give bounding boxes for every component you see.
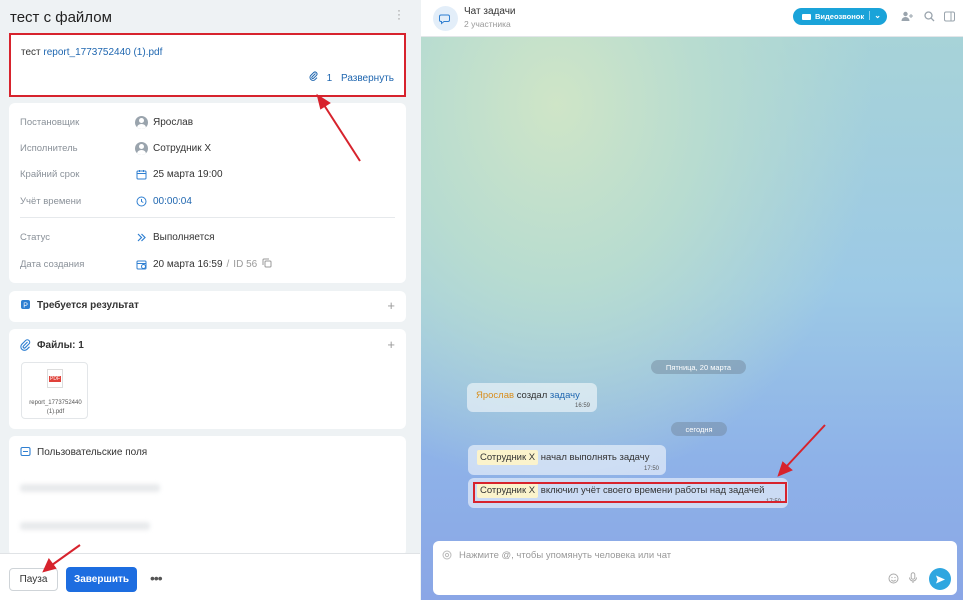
pause-button[interactable]: Пауза	[9, 568, 58, 591]
deadline-row: Крайний срок 25 марта 19:00	[20, 164, 395, 184]
search-icon[interactable]	[923, 10, 935, 22]
pdf-file-icon	[47, 369, 63, 388]
status-label: Статус	[20, 231, 51, 243]
result-required-title: Требуется результат	[37, 300, 139, 311]
avatar	[135, 115, 148, 129]
description-card: тест report_1773752440 (1).pdf 1 Разверн…	[9, 33, 406, 97]
add-result-icon[interactable]: +	[387, 298, 395, 313]
add-user-icon[interactable]	[901, 10, 913, 22]
assignee-row: Исполнитель Сотрудник Х	[20, 138, 395, 158]
file-thumbnail[interactable]: report_1773752440 (1).pdf	[21, 362, 88, 419]
system-message: Сотрудник Х начал выполнять задачу 17:50	[468, 445, 666, 475]
chat-participants[interactable]: 2 участника	[464, 19, 511, 29]
video-call-button[interactable]: Видеозвонок ⌄	[793, 8, 887, 25]
deadline-label: Крайний срок	[20, 168, 80, 180]
files-title: Файлы: 1	[37, 340, 84, 351]
calendar-clock-icon	[135, 258, 148, 271]
add-file-icon[interactable]: +	[387, 337, 395, 352]
finish-button[interactable]: Завершить	[66, 567, 137, 592]
files-section: Файлы: 1 + report_1773752440 (1).pdf	[9, 329, 406, 429]
play-status-icon	[135, 231, 148, 244]
description-file-link[interactable]: report_1773752440 (1).pdf	[43, 47, 162, 58]
system-message: Ярослав создал задачу 16:59	[467, 383, 597, 412]
time-tracking-row: Учёт времени 00:00:04	[20, 191, 395, 211]
message-input[interactable]: Нажмите @, чтобы упомянуть человека или …	[433, 541, 957, 595]
more-vertical-icon[interactable]: · · ·	[395, 4, 403, 24]
message-text: начал выполнять задачу	[538, 452, 650, 463]
result-icon: P	[20, 299, 32, 311]
message-time: 17:50	[643, 466, 659, 472]
creator-label: Постановщик	[20, 116, 80, 128]
task-id: ID 56	[233, 258, 258, 270]
custom-fields-icon	[20, 446, 32, 458]
chat-title: Чат задачи	[464, 6, 516, 17]
paperclip-icon	[309, 71, 321, 84]
file-name: report_1773752440 (1).pdf	[29, 400, 82, 415]
task-info-card: Постановщик Ярослав Исполнитель Сотрудни…	[9, 103, 406, 283]
task-title: тест с файлом	[10, 9, 112, 26]
emoji-icon[interactable]	[888, 573, 899, 587]
assignee-label: Исполнитель	[20, 142, 78, 154]
task-panel: тест с файлом · · · тест report_1773752440…	[0, 0, 420, 600]
chat-header: Чат задачи 2 участника Видеозвонок ⌄	[421, 0, 963, 37]
blurred-field	[20, 484, 160, 492]
message-text: создал	[514, 390, 550, 401]
date-separator: Пятница, 20 марта	[651, 360, 746, 374]
mention-icon	[442, 550, 452, 563]
microphone-icon[interactable]	[908, 572, 918, 587]
more-actions-button[interactable]: •••	[150, 570, 163, 586]
expand-link[interactable]: Развернуть	[341, 73, 394, 84]
time-tracking-value[interactable]: 00:00:04	[153, 196, 192, 207]
chat-bubble-icon	[433, 6, 458, 31]
result-required-section[interactable]: P Требуется результат +	[9, 291, 406, 322]
message-time: 16:59	[574, 403, 590, 409]
divider	[20, 217, 395, 218]
date-separator: сегодня	[671, 422, 727, 436]
chat-messages-area: Пятница, 20 марта Ярослав создал задачу …	[421, 37, 963, 600]
send-icon	[935, 575, 945, 583]
sidebar-toggle-icon[interactable]	[943, 10, 955, 22]
status-value[interactable]: Выполняется	[153, 232, 215, 243]
copy-icon[interactable]	[262, 258, 272, 271]
paperclip-icon	[20, 339, 32, 351]
action-bar: Пауза Завершить •••	[0, 553, 420, 600]
status-row: Статус Выполняется	[20, 227, 395, 247]
send-button[interactable]	[929, 568, 951, 590]
message-author[interactable]: Ярослав	[476, 390, 514, 401]
created-value: 20 марта 16:59	[153, 258, 223, 270]
custom-fields-section: Пользовательские поля	[9, 436, 406, 556]
calendar-icon	[135, 168, 148, 181]
task-link[interactable]: задачу	[550, 390, 580, 401]
deadline-value[interactable]: 25 марта 19:00	[153, 169, 223, 180]
description-text: тест	[21, 47, 44, 58]
clock-icon	[135, 195, 148, 208]
video-call-label: Видеозвонок	[815, 12, 865, 21]
time-tracking-label: Учёт времени	[20, 195, 82, 207]
assignee-name[interactable]: Сотрудник Х	[153, 143, 211, 154]
chat-panel: Чат задачи 2 участника Видеозвонок ⌄ Пят…	[421, 0, 963, 600]
avatar	[135, 141, 148, 155]
task-description: тест report_1773752440 (1).pdf	[21, 47, 162, 58]
message-author[interactable]: Сотрудник Х	[477, 450, 539, 465]
attachments-count[interactable]: 1	[327, 73, 333, 84]
message-input-placeholder: Нажмите @, чтобы упомянуть человека или …	[459, 550, 672, 561]
blurred-field	[20, 522, 150, 530]
created-row: Дата создания 20 марта 16:59 / ID 56	[20, 254, 395, 274]
chevron-down-icon[interactable]: ⌄	[869, 11, 881, 20]
separator: /	[226, 258, 230, 270]
created-label: Дата создания	[20, 258, 85, 270]
svg-text:P: P	[23, 302, 28, 309]
camera-icon	[802, 13, 811, 20]
annotation-highlight	[473, 482, 787, 503]
description-footer: 1 Развернуть	[303, 71, 394, 84]
creator-name[interactable]: Ярослав	[153, 117, 193, 128]
creator-row: Постановщик Ярослав	[20, 112, 395, 132]
custom-fields-title: Пользовательские поля	[37, 447, 148, 458]
